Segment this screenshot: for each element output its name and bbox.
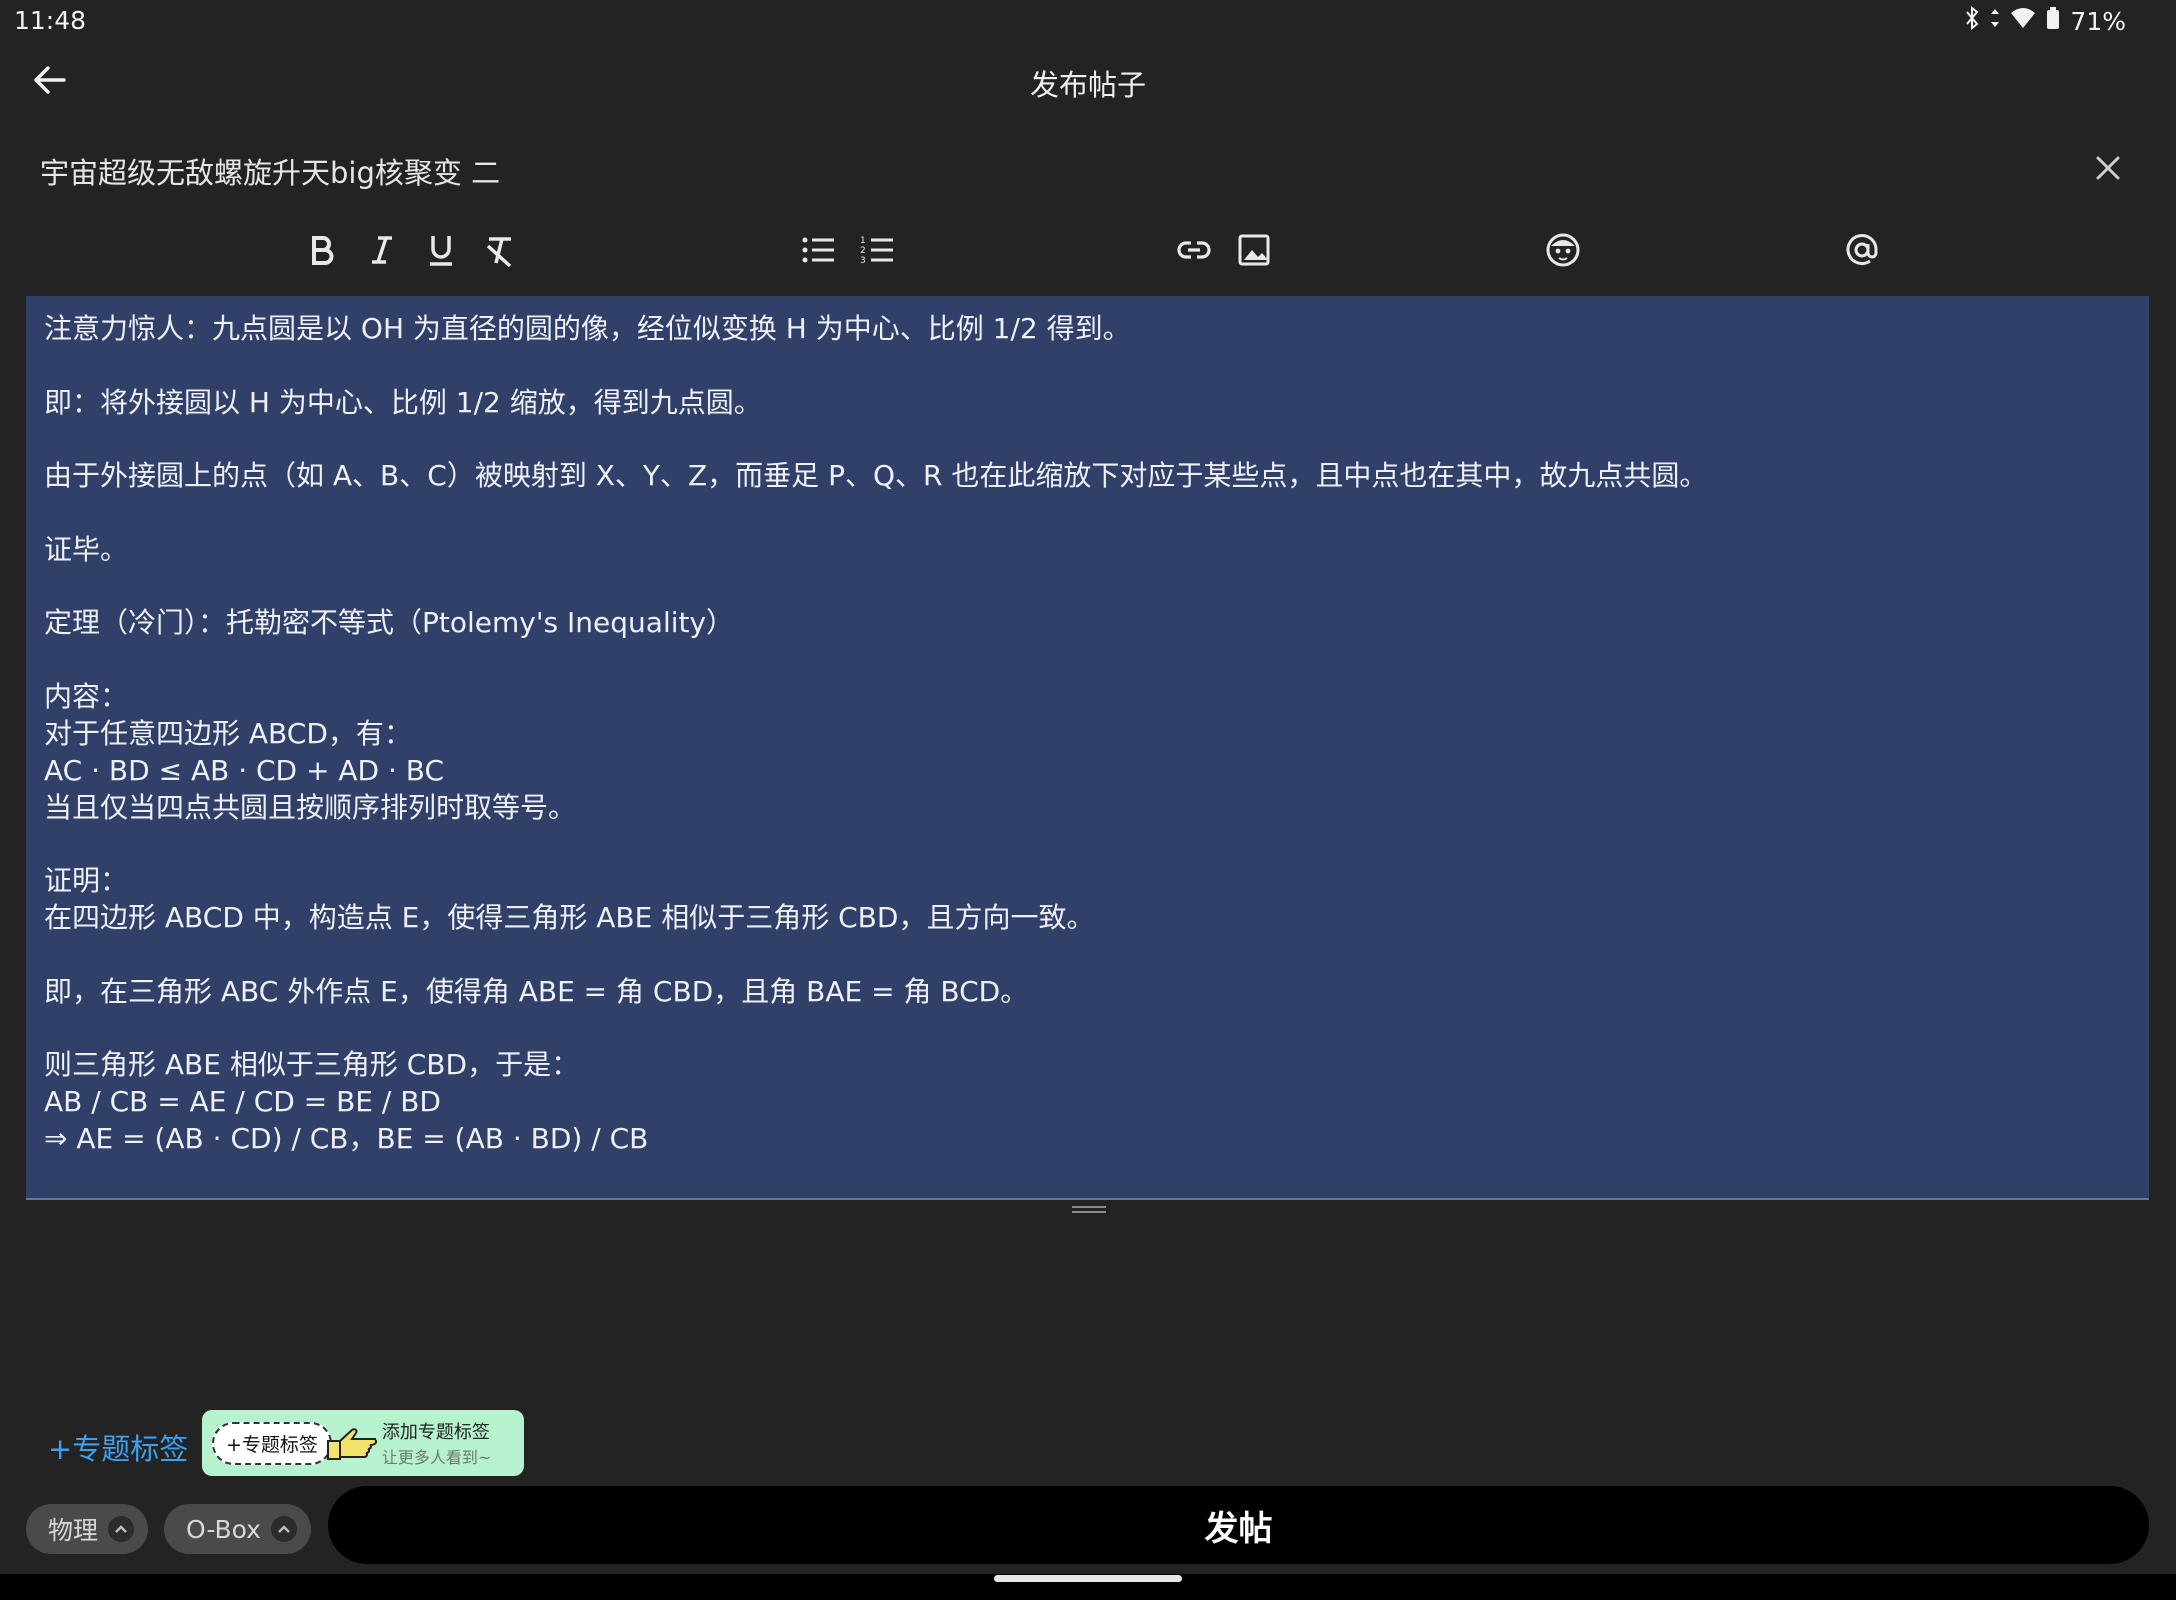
clear-title-button[interactable] (2090, 150, 2126, 186)
tip-title: 添加专题标签 (381, 1422, 490, 1443)
content-editor[interactable]: 注意力惊人：九点圆是以 OH 为直径的圆的像，经位似变换 H 为中心、比例 1/… (26, 296, 2149, 1200)
clear-format-button[interactable] (478, 228, 522, 272)
svg-text:2: 2 (860, 246, 866, 256)
editor-line: 在四边形 ABCD 中，构造点 E，使得三角形 ABE 相似于三角形 CBD，且… (44, 901, 1095, 934)
tip-text: 添加专题标签 让更多人看到~ (382, 1418, 491, 1468)
tag-chip[interactable]: 物理 (26, 1504, 149, 1554)
tag-collapse-button[interactable] (108, 1516, 135, 1542)
bold-icon (312, 236, 334, 265)
chevron-up-icon (115, 1525, 127, 1533)
mention-icon (1846, 234, 1878, 265)
editor-line: ⇒ AE = (AB · CD) / CB，BE = (AB · BD) / C… (44, 1122, 649, 1155)
tip-chip: +专题标签 (212, 1421, 332, 1465)
close-icon (2096, 156, 2120, 180)
link-icon (1177, 241, 1211, 259)
publish-button[interactable]: 发帖 (328, 1486, 2149, 1564)
chevron-up-icon (278, 1525, 290, 1533)
editor-line: 注意力惊人：九点圆是以 OH 为直径的圆的像，经位似变换 H 为中心、比例 1/… (44, 312, 1131, 345)
underline-icon (430, 236, 452, 266)
status-icons: 71% (1964, 5, 2126, 36)
tag-chip[interactable]: O-Box (164, 1504, 311, 1554)
battery-icon (2046, 6, 2060, 36)
data-icon (1990, 6, 2000, 36)
home-indicator[interactable] (994, 1575, 1182, 1582)
editor-line: 即：将外接圆以 H 为中心、比例 1/2 缩放，得到九点圆。 (44, 385, 762, 419)
post-title-input[interactable]: 宇宙超级无敌螺旋升天big核聚变 二 (40, 150, 500, 192)
emoji-icon (1546, 233, 1580, 267)
topic-tip-banner[interactable]: +专题标签 添加专题标签 让更多人看到~ (202, 1410, 524, 1476)
pointing-hand-icon (326, 1428, 377, 1460)
bluetooth-icon (1964, 5, 1980, 36)
tip-subtitle: 让更多人看到~ (381, 1448, 492, 1467)
italic-icon (372, 236, 392, 264)
editor-line: 即，在三角形 ABC 外作点 E，使得角 ABE = 角 CBD，且角 BAE … (44, 974, 1029, 1008)
tag-label: 物理 (48, 1516, 99, 1545)
page-title: 发布帖子 (1029, 68, 1146, 102)
editor-line: 对于任意四边形 ABCD，有： (44, 716, 412, 750)
editor-line: 内容： (44, 679, 129, 713)
image-button[interactable] (1232, 228, 1276, 272)
italic-button[interactable] (360, 228, 404, 272)
numbered-list-button[interactable]: 1 2 3 (855, 228, 899, 272)
bullet-list-button[interactable] (796, 228, 840, 272)
tag-label: O-Box (186, 1514, 261, 1544)
tag-collapse-button[interactable] (270, 1516, 297, 1542)
resize-handle[interactable] (1072, 1206, 1106, 1213)
editor-line: 证毕。 (44, 532, 129, 566)
editor-line: AB / CB = AE / CD = BE / BD (44, 1085, 441, 1118)
numbered-list-icon: 1 2 3 (860, 236, 893, 266)
svg-text:1: 1 (860, 236, 866, 246)
bold-button[interactable] (300, 228, 344, 272)
svg-text:3: 3 (860, 256, 866, 266)
emoji-button[interactable] (1541, 228, 1585, 272)
editor-line: 证明： (44, 864, 129, 897)
image-icon (1238, 234, 1270, 266)
clear-format-icon (486, 237, 512, 268)
editor-line: 则三角形 ABE 相似于三角形 CBD，于是： (44, 1048, 580, 1081)
underline-button[interactable] (419, 228, 463, 272)
status-bar: 11:48 71% (0, 0, 2176, 44)
editor-line: 定理（冷门）：托勒密不等式（Ptolemy's Inequality） (44, 606, 735, 639)
editor-line: 当且仅当四点共圆且按顺序排列时取等号。 (44, 790, 577, 824)
wifi-icon (2010, 7, 2036, 35)
battery-level: 71% (2070, 6, 2126, 36)
editor-line: AC · BD ≤ AB · CD + AD · BC (44, 753, 445, 787)
editor-line: 由于外接圆上的点（如 A、B、C）被映射到 X、Y、Z，而垂足 P、Q、R 也在… (44, 459, 1708, 492)
link-button[interactable] (1172, 228, 1216, 272)
mention-button[interactable] (1840, 228, 1884, 272)
status-time: 11:48 (14, 6, 87, 35)
add-topic-link[interactable]: +专题标签 (48, 1426, 188, 1468)
bullet-list-icon (802, 237, 834, 263)
